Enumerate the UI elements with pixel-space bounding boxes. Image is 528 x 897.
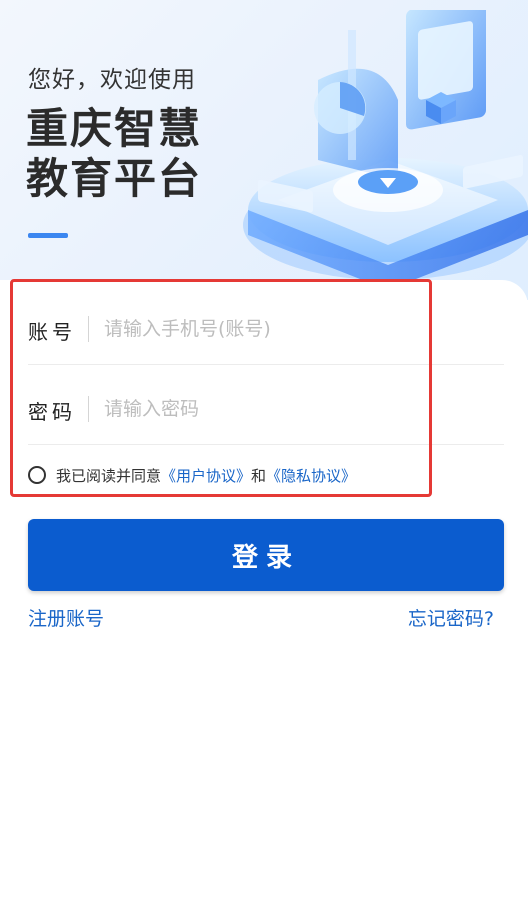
title-underline	[28, 233, 68, 238]
title-line-1: 重庆智慧	[26, 104, 203, 153]
login-button[interactable]: 登录	[28, 519, 504, 591]
hero-banner: 您好，欢迎使用 重庆智慧 教育平台	[0, 0, 528, 300]
page-title: 重庆智慧 教育平台	[26, 104, 202, 204]
form-highlight-box	[10, 279, 432, 497]
greeting-text: 您好，欢迎使用	[28, 67, 196, 93]
isometric-platform-illustration	[243, 10, 528, 290]
title-line-2: 教育平台	[26, 154, 203, 203]
forgot-password-link[interactable]: 忘记密码?	[408, 604, 494, 631]
register-link[interactable]: 注册账号	[28, 604, 104, 631]
